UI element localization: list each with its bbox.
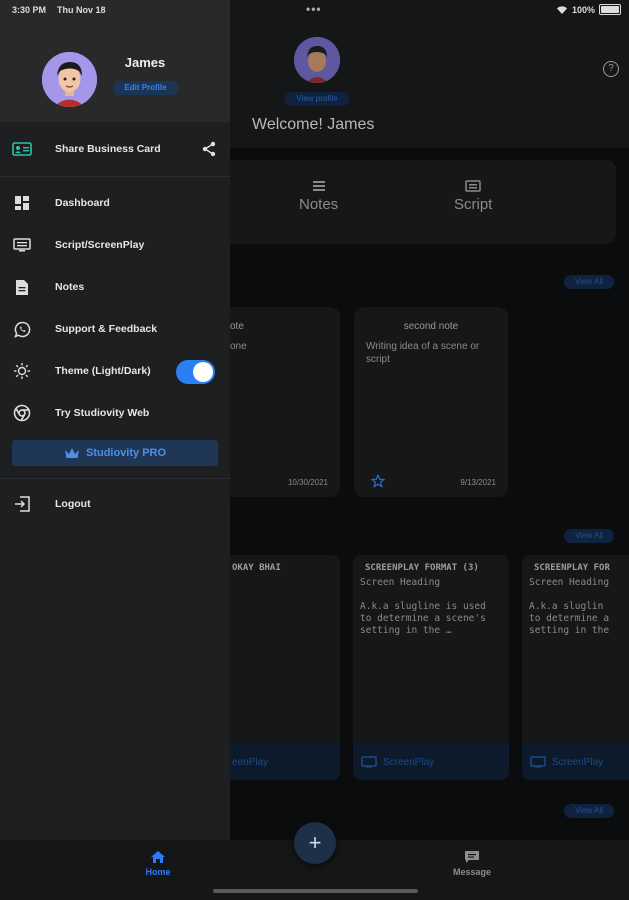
nav-home-label: Home bbox=[145, 867, 171, 877]
wifi-icon bbox=[556, 5, 567, 14]
drawer-item-label: Notes bbox=[55, 281, 85, 293]
script-heading: Screen Heading bbox=[360, 577, 441, 588]
crown-icon bbox=[64, 448, 79, 458]
script-line: to determine a scene's bbox=[360, 613, 486, 624]
logout-icon bbox=[12, 494, 32, 514]
note-body: one bbox=[230, 341, 247, 352]
tab-notes[interactable]: Notes bbox=[299, 180, 338, 213]
studiovity-pro-button[interactable]: Studiovity PRO bbox=[12, 440, 218, 466]
note-title: second note bbox=[403, 321, 459, 332]
avatar[interactable] bbox=[294, 37, 340, 83]
help-icon[interactable]: ? bbox=[603, 61, 619, 77]
drawer-item-notes[interactable]: Notes bbox=[0, 268, 230, 306]
message-icon bbox=[465, 851, 479, 863]
note-body-line1: Writing idea of a scene or bbox=[366, 341, 480, 352]
avatar-face-icon bbox=[42, 52, 97, 107]
home-indicator bbox=[213, 889, 418, 893]
whatsapp-icon bbox=[12, 319, 32, 339]
add-fab-button[interactable]: + bbox=[294, 822, 336, 864]
business-card-icon bbox=[12, 139, 32, 159]
view-all-notes-button[interactable]: View All bbox=[564, 275, 614, 289]
script-line: A.k.a sluglin bbox=[529, 601, 604, 612]
home-icon bbox=[151, 851, 165, 863]
logout-item[interactable]: Logout bbox=[0, 485, 230, 523]
drawer-item-label: Script/ScreenPlay bbox=[55, 239, 145, 251]
drawer-avatar[interactable] bbox=[42, 52, 97, 107]
nav-message[interactable]: Message bbox=[448, 850, 496, 877]
script-type: eenPlay bbox=[232, 756, 269, 768]
battery-icon bbox=[599, 4, 621, 15]
side-drawer: James Edit Profile Share Business Card D… bbox=[0, 0, 230, 840]
keyboard-icon bbox=[12, 235, 32, 255]
script-footer: ScreenPlay bbox=[522, 744, 629, 780]
view-all-more-button[interactable]: View All bbox=[564, 804, 614, 818]
share-business-card-label: Share Business Card bbox=[55, 143, 161, 155]
welcome-text: Welcome! James bbox=[252, 116, 375, 133]
chrome-icon bbox=[12, 403, 32, 423]
drawer-item-dashboard[interactable]: Dashboard bbox=[0, 184, 230, 222]
nav-message-label: Message bbox=[452, 867, 492, 877]
script-footer: ScreenPlay bbox=[353, 744, 509, 780]
tab-notes-label: Notes bbox=[299, 196, 339, 213]
script-title: SCREENPLAY FORMAT (3) bbox=[365, 563, 479, 573]
script-line: to determine a bbox=[529, 613, 610, 624]
drawer-item-label: Support & Feedback bbox=[55, 323, 158, 335]
nav-home[interactable]: Home bbox=[138, 850, 178, 877]
sun-icon bbox=[12, 361, 32, 381]
tab-script-label: Script bbox=[454, 196, 493, 213]
view-all-scripts-button[interactable]: View All bbox=[564, 529, 614, 543]
note-date: 9/13/2021 bbox=[460, 478, 496, 487]
drawer-item-label: Try Studiovity Web bbox=[55, 407, 150, 419]
status-right: 100% bbox=[556, 4, 621, 15]
script-card[interactable]: SCREENPLAY FOR Screen Heading A.k.a slug… bbox=[522, 555, 629, 780]
script-icon bbox=[465, 180, 481, 192]
share-icon[interactable] bbox=[201, 141, 217, 157]
edit-profile-button[interactable]: Edit Profile bbox=[113, 81, 178, 95]
drawer-item-label: Theme (Light/Dark) bbox=[55, 365, 151, 377]
theme-toggle-knob bbox=[193, 362, 213, 382]
script-title: SCREENPLAY FOR bbox=[534, 563, 610, 573]
note-date: 10/30/2021 bbox=[287, 478, 328, 487]
note-title: ote bbox=[230, 321, 244, 332]
tabs-card bbox=[200, 160, 616, 244]
drawer-divider bbox=[0, 478, 230, 479]
status-bar: 3:30 PM Thu Nov 18 ••• 100% bbox=[0, 0, 629, 20]
screenplay-icon bbox=[530, 756, 546, 768]
drawer-divider bbox=[0, 176, 230, 177]
script-title: OKAY BHAI bbox=[232, 563, 281, 573]
tab-script[interactable]: Script bbox=[454, 180, 492, 213]
script-line: setting in the bbox=[529, 625, 610, 636]
drawer-item-web[interactable]: Try Studiovity Web bbox=[0, 394, 230, 432]
pro-label: Studiovity PRO bbox=[85, 447, 167, 459]
notes-icon bbox=[312, 181, 325, 191]
share-business-card-item[interactable]: Share Business Card bbox=[0, 130, 230, 168]
view-profile-button[interactable]: View profile bbox=[285, 92, 349, 106]
script-type: ScreenPlay bbox=[552, 756, 604, 768]
script-type: ScreenPlay bbox=[383, 756, 435, 768]
document-icon bbox=[12, 277, 32, 297]
script-card[interactable]: SCREENPLAY FORMAT (3) Screen Heading A.k… bbox=[353, 555, 509, 780]
logout-label: Logout bbox=[55, 498, 91, 510]
avatar-face-icon bbox=[294, 37, 340, 83]
drawer-item-label: Dashboard bbox=[55, 197, 110, 209]
screenplay-icon bbox=[361, 756, 377, 768]
drawer-user-name: James bbox=[124, 55, 166, 70]
multitask-dots-icon[interactable]: ••• bbox=[306, 2, 322, 16]
drawer-item-script[interactable]: Script/ScreenPlay bbox=[0, 226, 230, 264]
star-icon[interactable] bbox=[371, 474, 385, 488]
dashboard-icon bbox=[12, 193, 32, 213]
note-card[interactable]: second note Writing idea of a scene or s… bbox=[354, 307, 508, 497]
script-line: setting in the … bbox=[360, 625, 452, 636]
script-line: A.k.a slugline is used bbox=[360, 601, 486, 612]
note-body-line2: script bbox=[366, 354, 390, 365]
drawer-item-support[interactable]: Support & Feedback bbox=[0, 310, 230, 348]
script-heading: Screen Heading bbox=[529, 577, 610, 588]
status-date: Thu Nov 18 bbox=[57, 5, 106, 15]
battery-percent: 100% bbox=[571, 4, 595, 15]
status-time: 3:30 PM bbox=[12, 5, 47, 15]
